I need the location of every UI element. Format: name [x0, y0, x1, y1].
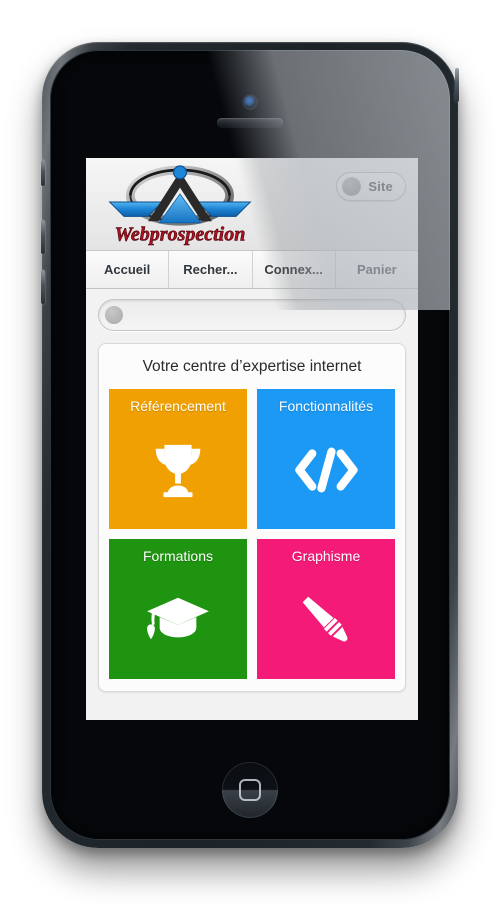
phone-device: Webprospection Site Accueil Recher... Co… — [41, 42, 459, 848]
volume-down-button[interactable] — [41, 270, 45, 304]
site-header: Webprospection Site — [86, 158, 418, 251]
circle-toggle-icon — [342, 177, 362, 196]
webprospection-logo[interactable]: Webprospection — [100, 162, 260, 246]
tile-label: Formations — [142, 548, 214, 564]
expertise-panel: Votre centre d’expertise internet Référe… — [98, 343, 406, 692]
nav-item-accueil[interactable]: Accueil — [86, 251, 170, 288]
tile-referencement[interactable]: Référencement — [109, 389, 247, 529]
tile-graphisme[interactable]: Graphisme — [257, 539, 395, 679]
tile-label: Fonctionnalités — [278, 398, 374, 414]
tile-fonctionnalites[interactable]: Fonctionnalités — [257, 389, 395, 529]
tile-formations[interactable]: Formations — [109, 539, 247, 679]
home-square-glyph — [239, 779, 261, 801]
nav-item-recherche[interactable]: Recher... — [169, 251, 253, 288]
volume-up-button[interactable] — [41, 220, 45, 254]
home-button-icon[interactable] — [222, 762, 278, 818]
nav-item-panier[interactable]: Panier — [336, 251, 418, 288]
logo-wordmark: Webprospection — [115, 223, 246, 245]
panel-title: Votre centre d’expertise internet — [142, 358, 362, 375]
search-input[interactable] — [129, 300, 395, 330]
site-toggle-label: Site — [368, 179, 393, 194]
circle-icon — [105, 306, 123, 324]
graduation-cap-icon — [141, 583, 215, 657]
trophy-icon — [141, 433, 215, 507]
tile-grid: Référencement Fonctionnalités Formations… — [109, 389, 395, 679]
earpiece-speaker-icon — [217, 118, 283, 127]
paintbrush-icon — [289, 583, 363, 657]
phone-front-glass: Webprospection Site Accueil Recher... Co… — [50, 50, 450, 840]
nav-item-connexion[interactable]: Connex... — [253, 251, 336, 288]
site-toggle-button[interactable]: Site — [336, 172, 406, 201]
tile-label: Graphisme — [291, 548, 361, 564]
power-button[interactable] — [455, 68, 459, 102]
front-camera-icon — [244, 96, 256, 108]
page-content: Votre centre d’expertise internet Référe… — [86, 289, 418, 720]
silent-switch[interactable] — [41, 160, 45, 186]
search-bar[interactable] — [98, 299, 406, 331]
code-brackets-icon — [289, 433, 363, 507]
phone-screen: Webprospection Site Accueil Recher... Co… — [86, 158, 418, 720]
main-navigation: Accueil Recher... Connex... Panier — [86, 251, 418, 289]
tile-label: Référencement — [130, 398, 226, 414]
